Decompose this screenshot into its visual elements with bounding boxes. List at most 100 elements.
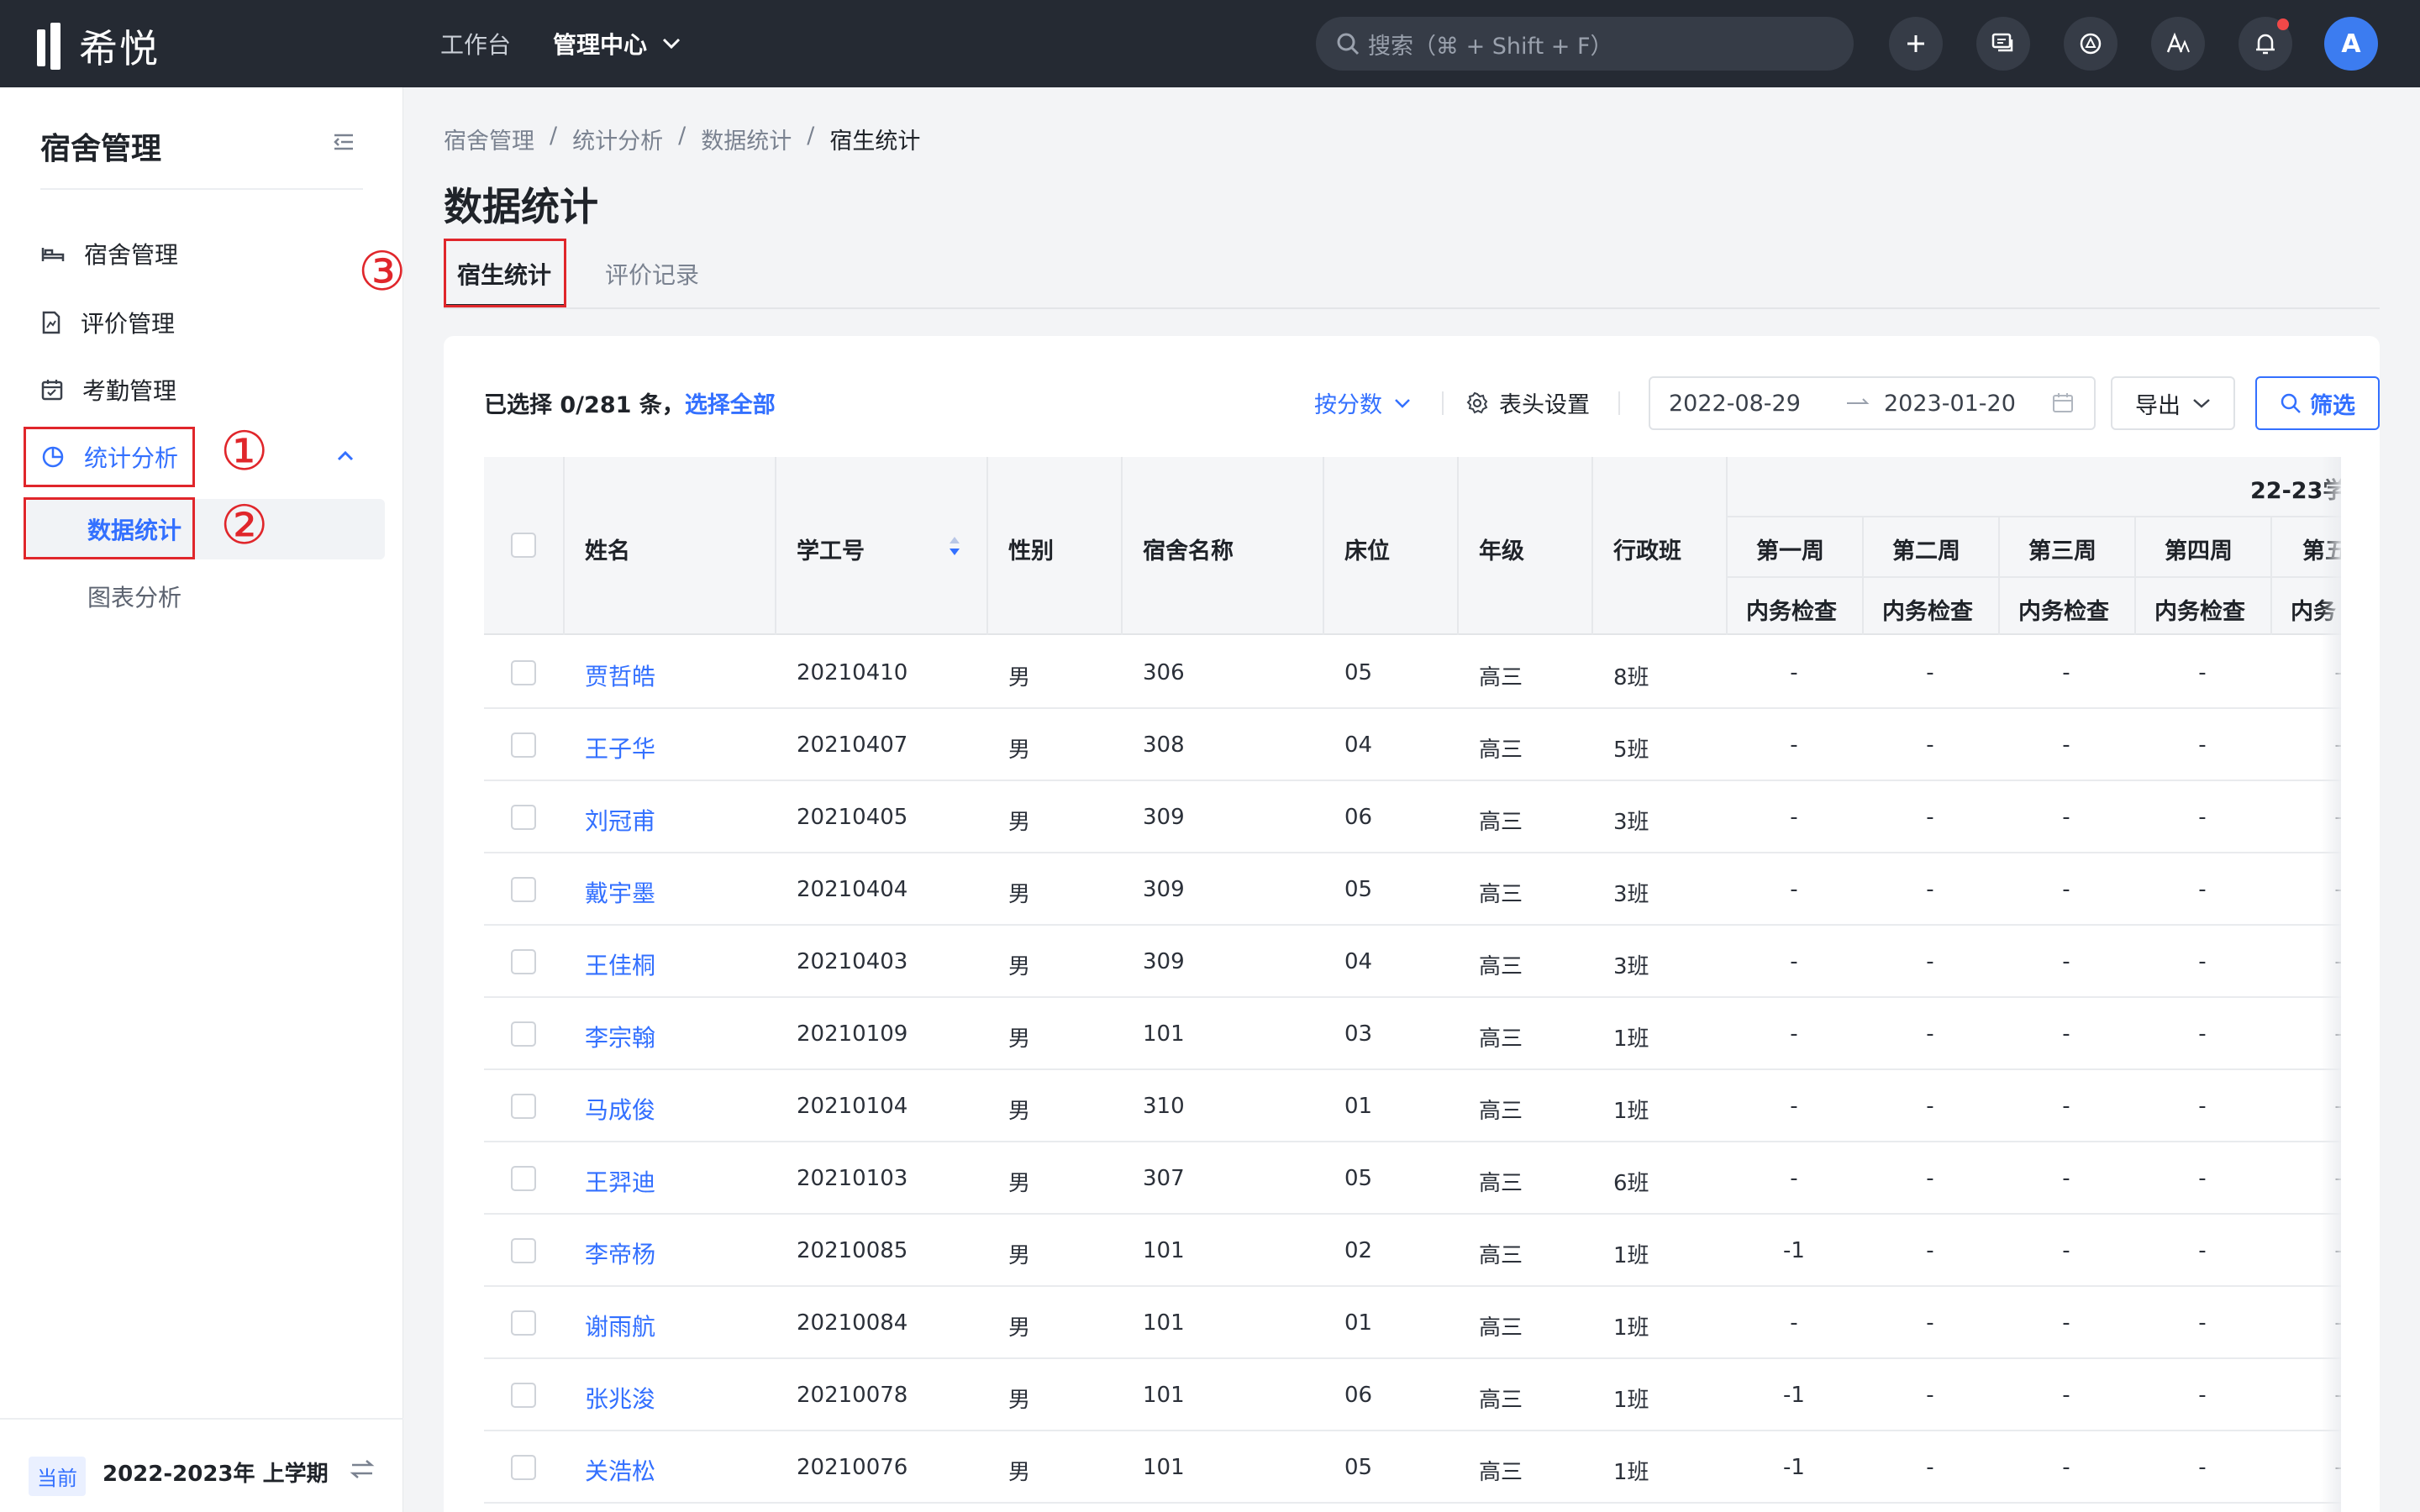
cell-week-score: - xyxy=(2062,1166,2070,1191)
global-search[interactable]: 搜索（⌘ + Shift + F） xyxy=(1316,17,1854,71)
cell-week-score: - xyxy=(1926,1310,1934,1336)
cell-grade: 高三 xyxy=(1479,1099,1523,1124)
select-all-link[interactable]: 选择全部 xyxy=(685,392,776,418)
column-separator xyxy=(1862,517,1864,635)
cell-dorm-name: 310 xyxy=(1143,1094,1185,1119)
student-name-link[interactable]: 马成俊 xyxy=(585,1092,655,1126)
student-name-link[interactable]: 王子华 xyxy=(585,731,655,764)
row-checkbox[interactable] xyxy=(511,1383,536,1408)
add-button[interactable] xyxy=(1889,17,1943,71)
row-checkbox[interactable] xyxy=(511,805,536,830)
cell-week-score: - xyxy=(2198,1238,2207,1263)
cell-week-score: - xyxy=(2198,732,2207,758)
date-start[interactable]: 2022-08-29 xyxy=(1669,391,1801,417)
column-header-dorm-name[interactable]: 宿舍名称 xyxy=(1143,533,1234,565)
cell-week-score: - xyxy=(2198,660,2207,685)
student-name-link[interactable]: 谢雨航 xyxy=(585,1309,655,1342)
column-header-grade[interactable]: 年级 xyxy=(1479,533,1524,565)
cell-student-id: 20210405 xyxy=(797,805,908,830)
column-header-class[interactable]: 行政班 xyxy=(1613,533,1681,565)
column-header-week[interactable]: 第二周 xyxy=(1892,533,1960,565)
row-checkbox[interactable] xyxy=(511,877,536,902)
score-mode-dropdown[interactable]: 按分数 xyxy=(1314,386,1411,419)
cell-week-score: - xyxy=(1926,1455,1934,1480)
date-end[interactable]: 2023-01-20 xyxy=(1884,391,2016,417)
swap-icon[interactable] xyxy=(350,1458,375,1480)
cell-week-score: - xyxy=(2198,1455,2207,1480)
student-name-link[interactable]: 李帝杨 xyxy=(585,1236,655,1270)
translate-button[interactable] xyxy=(2151,17,2205,71)
cell-grade: 高三 xyxy=(1479,810,1523,835)
collapse-sidebar-button[interactable] xyxy=(333,133,355,155)
student-name-link[interactable]: 王羿迪 xyxy=(585,1164,655,1198)
breadcrumb-item[interactable]: 数据统计 xyxy=(701,123,792,155)
sort-icon[interactable] xyxy=(948,534,961,558)
messages-button[interactable] xyxy=(1976,17,2030,71)
date-range-picker[interactable]: 2022-08-29 2023-01-20 xyxy=(1649,376,2096,430)
tab-evaluation-records[interactable]: 评价记录 xyxy=(605,257,699,291)
row-checkbox[interactable] xyxy=(511,732,536,758)
cell-week-score: - xyxy=(1790,877,1798,902)
student-name-link[interactable]: 李宗翰 xyxy=(585,1020,655,1053)
user-avatar[interactable]: A xyxy=(2324,17,2378,71)
cell-class: 6班 xyxy=(1613,1171,1649,1196)
cell-dorm-name: 101 xyxy=(1143,1238,1185,1263)
cell-week-score: - xyxy=(2198,1383,2207,1408)
column-header-gender[interactable]: 性别 xyxy=(1008,533,1054,565)
student-name-link[interactable]: 戴宇墨 xyxy=(585,875,655,909)
student-name-link[interactable]: 张兆浚 xyxy=(585,1381,655,1415)
row-checkbox[interactable] xyxy=(511,1166,536,1191)
calendar-check-icon xyxy=(41,380,63,401)
row-checkbox[interactable] xyxy=(511,660,536,685)
chevron-up-icon[interactable] xyxy=(336,450,355,462)
student-name-link[interactable]: 贾哲皓 xyxy=(585,659,655,692)
student-name-link[interactable]: 王佳桐 xyxy=(585,948,655,981)
cell-class: 8班 xyxy=(1613,665,1649,690)
student-name-link[interactable]: 刘冠甫 xyxy=(585,803,655,837)
column-header-bed[interactable]: 床位 xyxy=(1344,533,1390,565)
cell-gender: 男 xyxy=(1008,1315,1031,1341)
column-header-week[interactable]: 第四周 xyxy=(2165,533,2233,565)
sidebar-item-dorm[interactable]: 宿舍管理 xyxy=(40,228,178,279)
row-checkbox[interactable] xyxy=(511,1094,536,1119)
cell-dorm-name: 309 xyxy=(1143,877,1185,902)
row-checkbox[interactable] xyxy=(511,1238,536,1263)
sidebar-title: 宿舍管理 xyxy=(40,132,162,166)
row-checkbox[interactable] xyxy=(511,1310,536,1336)
sidebar-item-evaluation[interactable]: 评价管理 xyxy=(40,297,175,348)
app-center-button[interactable] xyxy=(2064,17,2118,71)
table-row: 贾哲皓20210410男30605高三8班----- xyxy=(484,637,2341,709)
column-separator xyxy=(1323,457,1324,635)
cell-student-id: 20210404 xyxy=(797,877,908,902)
nav-workbench[interactable]: 工作台 xyxy=(440,27,511,60)
cell-class: 1班 xyxy=(1613,1388,1649,1413)
sidebar-divider xyxy=(40,188,363,190)
term-switcher[interactable]: 当前 2022-2023年 上学期 xyxy=(0,1418,403,1512)
select-all-checkbox[interactable] xyxy=(511,533,536,558)
header-settings-button[interactable]: 表头设置 xyxy=(1465,386,1590,419)
column-header-week[interactable]: 第三周 xyxy=(2028,533,2096,565)
annotation-number-1: ① xyxy=(220,421,269,483)
filter-button[interactable]: 筛选 xyxy=(2255,376,2380,430)
column-header-name[interactable]: 姓名 xyxy=(585,533,630,565)
app-logo[interactable]: 希悦 xyxy=(37,18,160,74)
row-checkbox[interactable] xyxy=(511,1455,536,1480)
column-header-week[interactable]: 第一周 xyxy=(1756,533,1824,565)
breadcrumb-item[interactable]: 统计分析 xyxy=(572,123,663,155)
sidebar-item-attendance[interactable]: 考勤管理 xyxy=(40,365,176,415)
cell-dorm-name: 309 xyxy=(1143,949,1185,974)
cell-class: 1班 xyxy=(1613,1243,1649,1268)
export-dropdown[interactable]: 导出 xyxy=(2111,376,2235,430)
breadcrumb-item[interactable]: 宿舍管理 xyxy=(444,123,534,155)
cell-bed: 04 xyxy=(1344,732,1373,758)
notifications-button[interactable] xyxy=(2238,17,2292,71)
row-checkbox[interactable] xyxy=(511,949,536,974)
row-checkbox[interactable] xyxy=(511,1021,536,1047)
student-name-link[interactable]: 关浩松 xyxy=(585,1453,655,1487)
logo-icon xyxy=(37,23,67,70)
calendar-icon xyxy=(2053,393,2073,412)
column-subheader-inspection: 内务检查 xyxy=(2154,599,2245,625)
nav-admin-center[interactable]: 管理中心 xyxy=(553,27,681,60)
column-header-student-id[interactable]: 学工号 xyxy=(797,533,865,565)
sidebar-subitem-chart-analysis[interactable]: 图表分析 xyxy=(87,571,182,622)
